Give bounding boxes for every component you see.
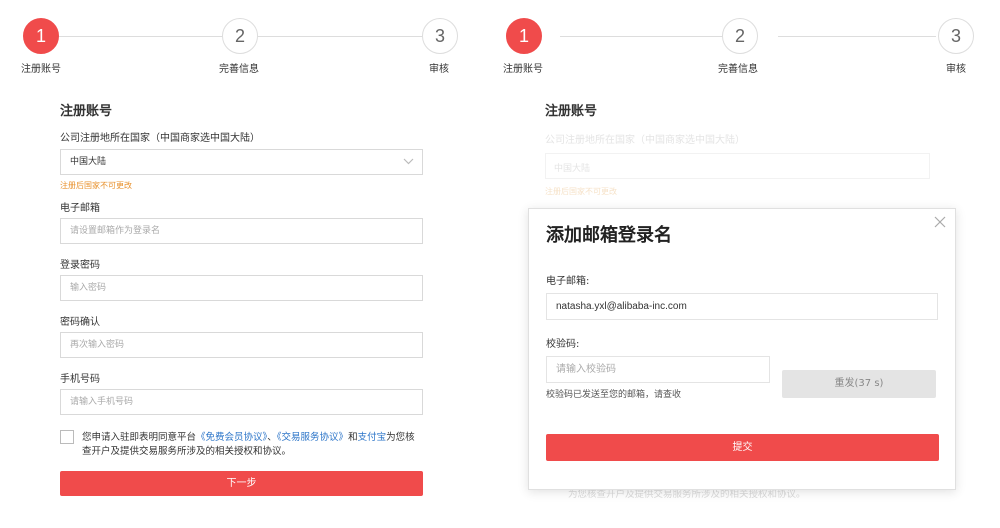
next-step-button[interactable]: 下一步 [60,471,423,496]
agreement-checkbox[interactable] [60,430,74,444]
step-connector [258,36,422,37]
agreement-separator: 、 [267,432,277,443]
agreement-text: 您申请入驻即表明同意平台《免费会员协议》、《交易服务协议》和支付宝为您核查开户及… [82,431,424,459]
step-1-label: 注册账号 [503,64,543,75]
email-input[interactable]: natasha.yxl@alibaba-inc.com [546,293,938,320]
country-select[interactable]: 中国大陆 [60,149,423,175]
stepper: 1 注册账号 2 完善信息 3 审核 [0,14,470,75]
phone-label: 手机号码 [60,374,100,385]
country-select: 中国大陆 [545,153,930,179]
free-member-agreement-link[interactable]: 《免费会员协议》 [196,432,267,443]
step-2-circle: 2 [222,18,258,54]
step-2-label: 完善信息 [219,64,259,75]
registration-form-panel: 1 注册账号 2 完善信息 3 审核 注册账号 公司注册地所在国家（中国商家选中… [0,0,470,528]
country-hint: 注册后国家不可更改 [545,187,617,196]
modal-title: 添加邮箱登录名 [546,225,672,246]
agreement-prefix: 您申请入驻即表明同意平台 [82,432,197,443]
submit-button[interactable]: 提交 [546,434,939,461]
step-1-circle: 1 [506,18,542,54]
step-3-label: 审核 [429,64,449,75]
verification-code-hint: 校验码已发送至您的邮箱，请查收 [546,390,682,400]
step-3-circle: 3 [938,18,974,54]
form-title: 注册账号 [60,104,113,119]
add-email-modal: 添加邮箱登录名 电子邮箱: natasha.yxl@alibaba-inc.co… [528,208,956,490]
alipay-link[interactable]: 支付宝 [358,432,387,443]
phone-field[interactable]: 请输入手机号码 [60,389,423,415]
email-label: 电子邮箱: [546,276,590,287]
step-connector [778,36,936,37]
country-select-value: 中国大陆 [70,157,107,167]
step-3-label: 审核 [946,64,966,75]
step-1-circle: 1 [23,18,59,54]
form-title: 注册账号 [545,104,598,119]
country-label: 公司注册地所在国家（中国商家选中国大陆） [545,135,745,146]
email-label: 电子邮箱 [60,203,100,214]
stepper: 1 注册账号 2 完善信息 3 审核 [500,14,1000,75]
verification-code-label: 校验码: [546,339,580,350]
password-label: 登录密码 [60,260,100,271]
step-connector [560,36,740,37]
verification-code-input[interactable]: 请输入校验码 [546,356,770,383]
close-icon[interactable] [933,215,947,229]
chevron-down-icon [403,158,414,165]
country-label: 公司注册地所在国家（中国商家选中国大陆） [60,133,260,144]
trade-service-agreement-link[interactable]: 《交易服务协议》 [277,432,348,443]
country-select-value: 中国大陆 [554,164,591,174]
step-1-label: 注册账号 [21,64,61,75]
step-2-circle: 2 [722,18,758,54]
agreement-and: 和 [348,432,358,443]
confirm-password-field[interactable]: 再次输入密码 [60,332,423,358]
step-2-label: 完善信息 [718,64,758,75]
email-modal-panel: 1 注册账号 2 完善信息 3 审核 注册账号 公司注册地所在国家（中国商家选中… [500,0,1000,528]
country-hint: 注册后国家不可更改 [60,181,132,190]
step-connector [58,36,222,37]
password-field[interactable]: 输入密码 [60,275,423,301]
email-field[interactable]: 请设置邮箱作为登录名 [60,218,423,244]
step-3-circle: 3 [422,18,458,54]
confirm-password-label: 密码确认 [60,317,100,328]
resend-button[interactable]: 重发(37 s) [782,370,936,398]
